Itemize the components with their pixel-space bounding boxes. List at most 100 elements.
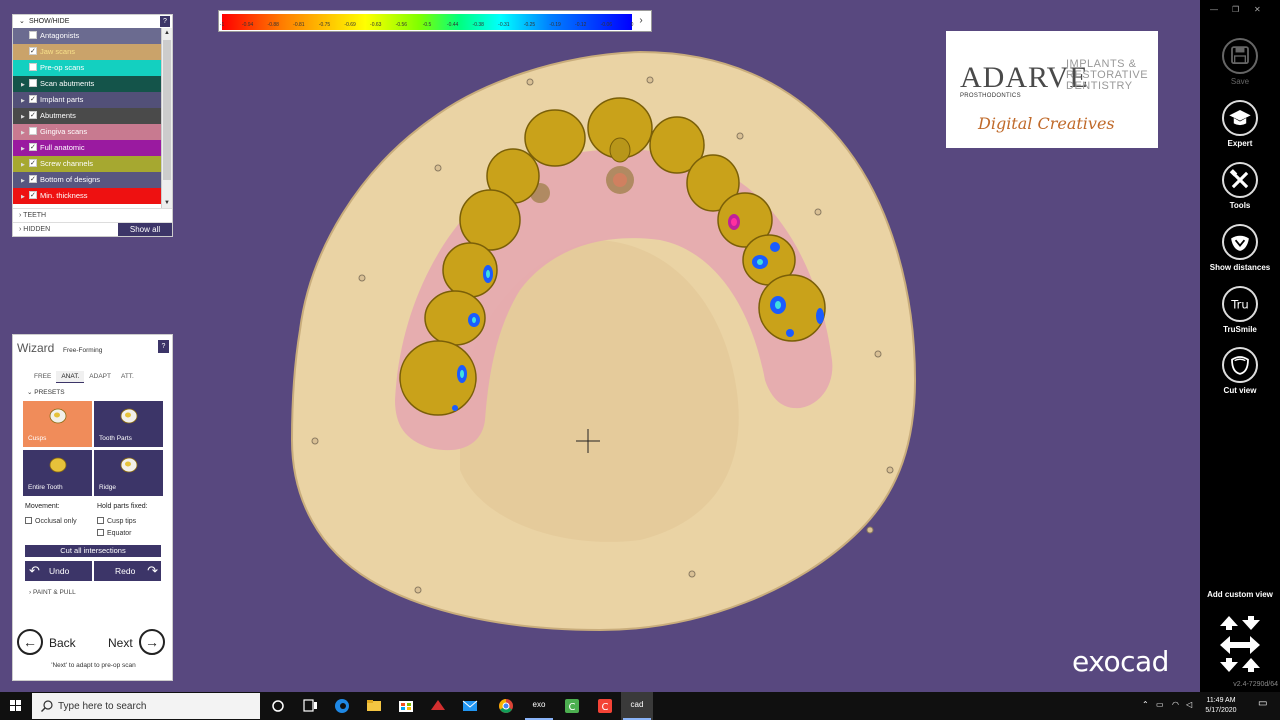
expand-triangle-icon[interactable]: ▶ bbox=[21, 173, 29, 189]
expand-triangle-icon[interactable]: ▶ bbox=[21, 109, 29, 125]
task-view-icon[interactable] bbox=[294, 692, 326, 720]
paint-pull-section[interactable]: › PAINT & PULL bbox=[29, 589, 76, 596]
file-explorer-icon[interactable] bbox=[358, 692, 390, 720]
help-button[interactable]: ? bbox=[160, 16, 170, 27]
view-direction-arrows-icon[interactable] bbox=[1218, 614, 1262, 674]
exo-app-button[interactable]: exo bbox=[523, 692, 555, 720]
restore-icon[interactable]: ❐ bbox=[1232, 5, 1239, 14]
scale-tick: -0.5 bbox=[422, 22, 432, 28]
layer-row[interactable]: Jaw scans bbox=[13, 44, 162, 60]
layer-row[interactable]: ▶ Screw channels bbox=[13, 156, 162, 172]
undo-button[interactable]: ↶ Undo bbox=[25, 561, 92, 581]
edge-icon[interactable] bbox=[326, 692, 358, 720]
presets-header[interactable]: ⌄ PRESETS bbox=[27, 388, 65, 396]
tool-trusmile[interactable]: Tru TruSmile bbox=[1200, 286, 1280, 334]
preset-cusps[interactable]: Cusps bbox=[23, 401, 92, 447]
scale-expand-arrow-icon[interactable]: › bbox=[631, 11, 651, 31]
store-icon[interactable] bbox=[390, 692, 422, 720]
tool-cut-view[interactable]: Cut view bbox=[1200, 347, 1280, 395]
layer-checkbox[interactable] bbox=[29, 31, 37, 39]
layer-row[interactable]: Antagonists bbox=[13, 28, 162, 44]
add-custom-view-button[interactable]: Add custom view bbox=[1200, 590, 1280, 599]
layer-row[interactable]: ▶ Min. thickness bbox=[13, 188, 162, 204]
tool-tools[interactable]: Tools bbox=[1200, 162, 1280, 210]
scroll-up-icon[interactable]: ▲ bbox=[162, 28, 172, 38]
cortana-icon[interactable] bbox=[262, 692, 294, 720]
layer-row[interactable]: ▶ Full anatomic bbox=[13, 140, 162, 156]
layer-row[interactable]: ▶ Bottom of designs bbox=[13, 172, 162, 188]
layer-checkbox[interactable] bbox=[29, 92, 37, 108]
tool-save[interactable]: Save bbox=[1200, 38, 1280, 86]
minimize-icon[interactable]: — bbox=[1210, 5, 1218, 14]
layer-checkbox[interactable] bbox=[29, 140, 37, 156]
layer-checkbox[interactable] bbox=[29, 156, 37, 172]
layer-checkbox[interactable] bbox=[29, 127, 37, 135]
volume-icon[interactable]: ◁ bbox=[1186, 700, 1192, 709]
notification-icon[interactable]: ▭ bbox=[1258, 698, 1267, 709]
camtasia-green-icon[interactable]: C bbox=[556, 692, 588, 720]
expand-triangle-icon[interactable]: ▶ bbox=[21, 77, 29, 93]
layer-checkbox[interactable] bbox=[29, 172, 37, 188]
layer-label: Gingiva scans bbox=[40, 127, 88, 136]
taskbar-clock[interactable]: 11:49 AM 5/17/2020 bbox=[1196, 696, 1246, 716]
chrome-icon[interactable] bbox=[490, 692, 522, 720]
layer-row[interactable]: ▶ Implant parts bbox=[13, 92, 162, 108]
teeth-section[interactable]: › TEETH bbox=[13, 208, 172, 222]
red-app-icon[interactable] bbox=[422, 692, 454, 720]
layer-row[interactable]: ▶ Scan abutments bbox=[13, 76, 162, 92]
wizard-subtitle: Free-Forming bbox=[63, 347, 103, 354]
hidden-section[interactable]: › HIDDEN Show all bbox=[13, 222, 172, 236]
preset-ridge[interactable]: Ridge bbox=[94, 450, 163, 496]
scale-tick: -0.12 bbox=[575, 22, 587, 28]
tool-show-distances[interactable]: Show distances bbox=[1200, 224, 1280, 272]
equator-checkbox[interactable]: Equator bbox=[97, 529, 132, 537]
scale-tick: -0.06 bbox=[600, 22, 613, 28]
expand-triangle-icon[interactable]: ▶ bbox=[21, 125, 29, 141]
tab-adapt[interactable]: ADAPT bbox=[84, 371, 116, 383]
layer-checkbox[interactable] bbox=[29, 108, 37, 124]
show-hide-header[interactable]: ⌄ SHOW/HIDE ? bbox=[13, 15, 172, 28]
scale-tick: -0.63 bbox=[370, 22, 382, 28]
tool-expert[interactable]: Expert bbox=[1200, 100, 1280, 148]
preset-entire-tooth[interactable]: Entire Tooth bbox=[23, 450, 92, 496]
layer-row[interactable]: Pre-op scans bbox=[13, 60, 162, 76]
expand-triangle-icon[interactable]: ▶ bbox=[21, 141, 29, 157]
preset-tooth-parts[interactable]: Tooth Parts bbox=[94, 401, 163, 447]
cad-app-button[interactable]: cad bbox=[621, 692, 653, 720]
scale-ticks: -1 -0.94 -0.88 -0.81 -0.75 -0.69 -0.63 -0.56 -0.… bbox=[220, 22, 634, 30]
cusp-tips-checkbox[interactable]: Cusp tips bbox=[97, 517, 136, 525]
close-icon[interactable]: ✕ bbox=[1254, 5, 1261, 14]
scroll-down-icon[interactable]: ▼ bbox=[162, 198, 172, 208]
mail-icon[interactable] bbox=[454, 692, 486, 720]
redo-button[interactable]: Redo ↷ bbox=[94, 561, 161, 581]
camtasia-red-icon[interactable]: C bbox=[589, 692, 621, 720]
wizard-help-button[interactable]: ? bbox=[158, 340, 169, 353]
svg-text:C: C bbox=[569, 702, 576, 713]
layer-scrollbar[interactable]: ▲ ▼ bbox=[161, 28, 172, 208]
layer-checkbox[interactable] bbox=[29, 63, 37, 71]
show-all-button[interactable]: Show all bbox=[118, 223, 172, 236]
layer-row[interactable]: ▶ Gingiva scans bbox=[13, 124, 162, 140]
wifi-icon[interactable]: ◠ bbox=[1172, 700, 1179, 709]
expand-triangle-icon[interactable]: ▶ bbox=[21, 157, 29, 173]
tab-anat[interactable]: ANAT. bbox=[56, 371, 85, 383]
layer-label: Pre-op scans bbox=[40, 63, 85, 72]
windows-start-icon[interactable] bbox=[0, 692, 32, 720]
occlusal-only-checkbox[interactable]: Occlusal only bbox=[25, 517, 77, 525]
layer-row[interactable]: ▶ Abutments bbox=[13, 108, 162, 124]
tray-expand-icon[interactable]: ⌃ bbox=[1142, 700, 1149, 709]
scroll-thumb[interactable] bbox=[163, 40, 171, 180]
tab-att[interactable]: ATT. bbox=[116, 371, 139, 383]
layer-checkbox[interactable] bbox=[29, 44, 37, 60]
network-icon[interactable]: ▭ bbox=[1156, 700, 1164, 709]
version-label: v2.4-7290d/64 bbox=[1233, 681, 1278, 688]
back-button[interactable]: ← Back bbox=[17, 629, 87, 657]
expand-triangle-icon[interactable]: ▶ bbox=[21, 189, 29, 205]
expand-triangle-icon[interactable]: ▶ bbox=[21, 93, 29, 109]
next-button[interactable]: Next → bbox=[105, 629, 171, 657]
layer-checkbox[interactable] bbox=[29, 79, 37, 87]
layer-checkbox[interactable] bbox=[29, 188, 37, 204]
cut-all-intersections-button[interactable]: Cut all intersections bbox=[25, 545, 161, 557]
tab-free[interactable]: FREE bbox=[29, 371, 56, 383]
taskbar-search[interactable]: Type here to search bbox=[32, 693, 260, 719]
